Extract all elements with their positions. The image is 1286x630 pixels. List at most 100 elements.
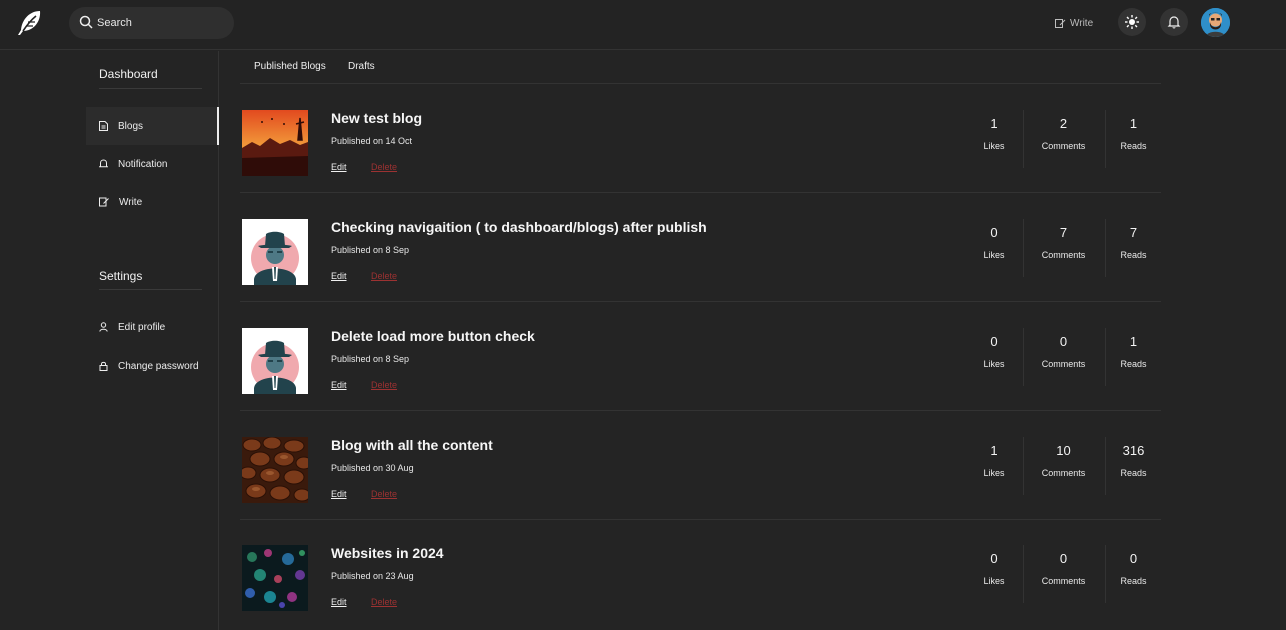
delete-link[interactable]: Delete <box>371 489 397 499</box>
likes-label: Likes <box>983 468 1005 478</box>
notifications-button[interactable] <box>1160 8 1188 36</box>
comments-stat: 0 Comments <box>1023 545 1103 603</box>
tab-bar: Published Blogs Drafts <box>240 51 1161 84</box>
edit-link[interactable]: Edit <box>331 380 347 390</box>
reads-count: 316 <box>1122 443 1145 458</box>
blog-date: Published on 8 Sep <box>331 354 410 364</box>
comments-count: 10 <box>1056 443 1071 458</box>
blog-thumbnail <box>242 328 308 394</box>
reads-label: Reads <box>1120 141 1147 151</box>
sidebar-item-label: Blogs <box>118 120 144 132</box>
reads-stat: 0 Reads <box>1105 545 1161 603</box>
reads-stat: 7 Reads <box>1105 219 1161 277</box>
likes-count: 1 <box>990 443 998 458</box>
comments-label: Comments <box>1041 250 1086 260</box>
reads-stat: 1 Reads <box>1105 328 1161 386</box>
search-box[interactable] <box>69 7 234 39</box>
blog-row: Blog with all the content Published on 3… <box>240 412 1161 520</box>
likes-label: Likes <box>983 576 1005 586</box>
edit-link[interactable]: Edit <box>331 271 347 281</box>
reads-label: Reads <box>1120 468 1147 478</box>
reads-count: 1 <box>1129 116 1138 131</box>
likes-label: Likes <box>983 359 1005 369</box>
blog-thumbnail <box>242 437 308 503</box>
blog-date: Published on 8 Sep <box>331 245 410 255</box>
reads-label: Reads <box>1120 576 1147 586</box>
comments-stat: 10 Comments <box>1023 437 1103 495</box>
sidebar-item-write[interactable]: Write <box>86 183 219 221</box>
divider <box>99 289 202 290</box>
delete-link[interactable]: Delete <box>371 271 397 281</box>
sidebar-item-change-password[interactable]: Change password <box>86 347 219 385</box>
write-icon <box>99 197 109 207</box>
document-icon <box>99 121 108 131</box>
avatar[interactable] <box>1201 8 1230 37</box>
divider <box>99 88 202 89</box>
reads-label: Reads <box>1120 359 1147 369</box>
blog-title[interactable]: Websites in 2024 <box>331 545 444 561</box>
reads-count: 7 <box>1129 225 1138 240</box>
likes-stat: 0 Likes <box>954 545 1034 603</box>
sidebar-item-blogs[interactable]: Blogs <box>86 107 219 145</box>
tab-published-blogs[interactable]: Published Blogs <box>254 61 326 72</box>
tab-drafts[interactable]: Drafts <box>348 61 375 72</box>
write-link[interactable]: Write <box>1055 15 1093 31</box>
delete-link[interactable]: Delete <box>371 162 397 172</box>
blog-title[interactable]: Blog with all the content <box>331 437 493 453</box>
blog-title[interactable]: Delete load more button check <box>331 328 535 344</box>
feather-logo-icon[interactable] <box>14 9 46 37</box>
blog-row: Delete load more button check Published … <box>240 303 1161 411</box>
delete-link[interactable]: Delete <box>371 380 397 390</box>
top-bar: Write <box>0 0 1286 50</box>
comments-label: Comments <box>1041 141 1086 151</box>
lock-icon <box>99 361 108 371</box>
search-input[interactable] <box>97 7 227 39</box>
likes-stat: 0 Likes <box>954 219 1034 277</box>
sidebar-item-label: Edit profile <box>118 321 166 333</box>
comments-count: 2 <box>1059 116 1068 131</box>
likes-count: 0 <box>990 225 998 240</box>
blog-date: Published on 23 Aug <box>331 571 414 581</box>
theme-toggle-button[interactable] <box>1118 8 1146 36</box>
main-content: Published Blogs Drafts New test blog Pub… <box>240 51 1161 630</box>
reads-label: Reads <box>1120 250 1147 260</box>
likes-count: 0 <box>990 334 998 349</box>
reads-count: 0 <box>1129 551 1138 566</box>
comments-count: 0 <box>1059 334 1068 349</box>
comments-label: Comments <box>1041 359 1086 369</box>
sidebar: Dashboard Blogs Notification Write Setti… <box>0 51 219 630</box>
sidebar-item-label: Write <box>119 196 143 208</box>
comments-label: Comments <box>1041 468 1086 478</box>
delete-link[interactable]: Delete <box>371 597 397 607</box>
blog-thumbnail <box>242 219 308 285</box>
likes-stat: 1 Likes <box>954 110 1034 168</box>
edit-link[interactable]: Edit <box>331 162 347 172</box>
sun-icon <box>1125 15 1139 29</box>
write-link-label: Write <box>1070 17 1094 29</box>
likes-label: Likes <box>983 141 1005 151</box>
comments-stat: 7 Comments <box>1023 219 1103 277</box>
likes-label: Likes <box>983 250 1005 260</box>
comments-stat: 2 Comments <box>1023 110 1103 168</box>
comments-stat: 0 Comments <box>1023 328 1103 386</box>
bell-icon <box>99 159 108 168</box>
sidebar-item-notification[interactable]: Notification <box>86 145 219 183</box>
edit-link[interactable]: Edit <box>331 597 347 607</box>
blog-date: Published on 30 Aug <box>331 463 414 473</box>
reads-count: 1 <box>1129 334 1138 349</box>
reads-stat: 316 Reads <box>1105 437 1161 495</box>
write-icon <box>1055 18 1066 28</box>
blog-title[interactable]: Checking navigaition ( to dashboard/blog… <box>331 219 707 235</box>
blog-row: New test blog Published on 14 Oct Edit D… <box>240 85 1161 193</box>
blog-title[interactable]: New test blog <box>331 110 422 126</box>
dashboard-heading: Dashboard <box>99 67 158 81</box>
search-icon <box>79 15 93 29</box>
comments-count: 7 <box>1059 225 1068 240</box>
sidebar-item-edit-profile[interactable]: Edit profile <box>86 308 219 346</box>
blog-thumbnail <box>242 110 308 176</box>
edit-link[interactable]: Edit <box>331 489 347 499</box>
user-icon <box>99 322 108 332</box>
blog-thumbnail <box>242 545 308 611</box>
reads-stat: 1 Reads <box>1105 110 1161 168</box>
settings-heading: Settings <box>99 269 143 283</box>
